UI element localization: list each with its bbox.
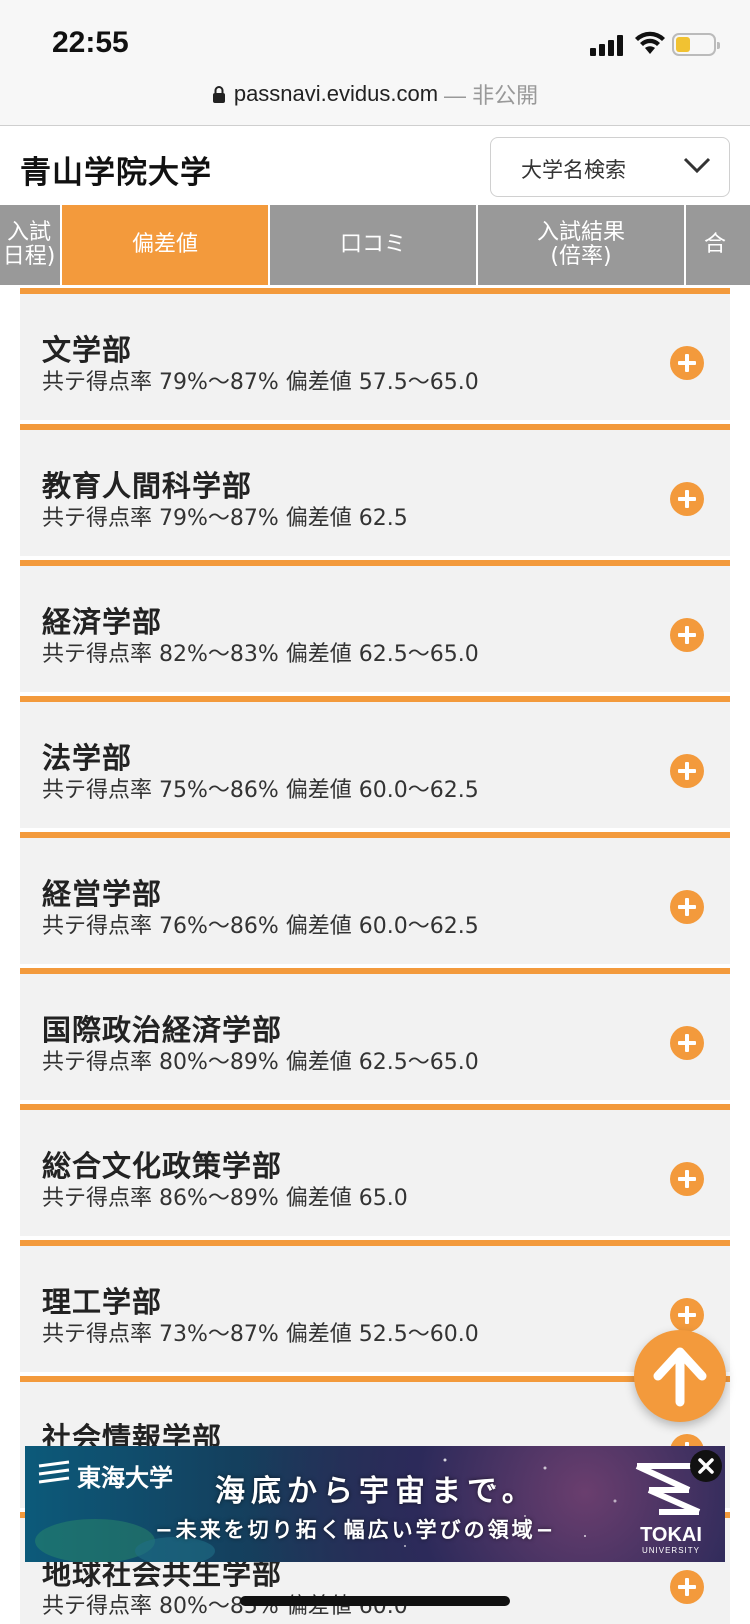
chevron-down-icon bbox=[683, 157, 711, 174]
faculty-name: 法学部 bbox=[42, 741, 133, 775]
battery-level bbox=[676, 37, 690, 52]
faculty-detail: 共テ得点率 75%〜86% 偏差値 60.0〜62.5 bbox=[42, 778, 479, 803]
ad-close-button[interactable] bbox=[690, 1450, 722, 1482]
expand-plus-icon[interactable] bbox=[670, 482, 704, 516]
tab-schedule[interactable]: 入試 日程) bbox=[0, 205, 62, 285]
page-header: 青山学院大学 大学名検索 bbox=[0, 127, 750, 205]
ad-subline: −未来を切り拓く幅広い学びの領域− bbox=[155, 1518, 557, 1542]
list-item[interactable]: 理工学部 共テ得点率 73%〜87% 偏差値 52.5〜60.0 bbox=[20, 1240, 730, 1372]
status-bar: 22:55 bbox=[0, 0, 750, 80]
arrow-up-icon bbox=[653, 1347, 707, 1407]
status-time: 22:55 bbox=[52, 26, 129, 59]
page: 22:55 passnavi.evidus.com — 非公開 青山学院大学 大… bbox=[0, 0, 750, 1624]
ad-brand-sub: UNIVERSITY bbox=[641, 1546, 700, 1555]
ad-logo-text: 東海大学 bbox=[77, 1464, 173, 1492]
ad-banner[interactable]: 東海大学 海底から宇宙まで。 −未来を切り拓く幅広い学びの領域− TOKAI U… bbox=[25, 1446, 725, 1562]
faculty-detail: 共テ得点率 73%〜87% 偏差値 52.5〜60.0 bbox=[42, 1322, 479, 1347]
close-icon bbox=[698, 1458, 714, 1474]
cellular-signal-icon bbox=[590, 34, 626, 56]
university-search-select[interactable]: 大学名検索 bbox=[490, 137, 730, 197]
lock-icon bbox=[212, 86, 225, 103]
expand-plus-icon[interactable] bbox=[670, 754, 704, 788]
tab-exam-results[interactable]: 入試結果 (倍率) bbox=[478, 205, 686, 285]
expand-plus-icon[interactable] bbox=[670, 1298, 704, 1332]
scroll-to-top-button[interactable] bbox=[634, 1330, 726, 1422]
list-item[interactable]: 法学部 共テ得点率 75%〜86% 偏差値 60.0〜62.5 bbox=[20, 696, 730, 828]
faculty-name: 文学部 bbox=[42, 333, 133, 367]
expand-plus-icon[interactable] bbox=[670, 1570, 704, 1604]
expand-plus-icon[interactable] bbox=[670, 890, 704, 924]
tab-next[interactable]: 合 bbox=[686, 205, 750, 285]
ad-headline: 海底から宇宙まで。 bbox=[215, 1474, 538, 1509]
faculty-detail: 共テ得点率 76%〜86% 偏差値 60.0〜62.5 bbox=[42, 914, 479, 939]
faculty-name: 理工学部 bbox=[42, 1285, 163, 1319]
expand-plus-icon[interactable] bbox=[670, 1162, 704, 1196]
tab-bar: 入試 日程) 偏差値 口コミ 入試結果 (倍率) 合 bbox=[0, 205, 750, 287]
list-item[interactable]: 教育人間科学部 共テ得点率 79%〜87% 偏差値 62.5 bbox=[20, 424, 730, 556]
list-item[interactable]: 総合文化政策学部 共テ得点率 86%〜89% 偏差値 65.0 bbox=[20, 1104, 730, 1236]
home-indicator[interactable] bbox=[240, 1596, 510, 1606]
faculty-name: 国際政治経済学部 bbox=[42, 1013, 283, 1047]
faculty-detail: 共テ得点率 86%〜89% 偏差値 65.0 bbox=[42, 1186, 408, 1211]
faculty-name: 総合文化政策学部 bbox=[42, 1149, 283, 1183]
url-bar[interactable]: passnavi.evidus.com — 非公開 bbox=[0, 72, 750, 126]
faculty-detail: 共テ得点率 79%〜87% 偏差値 62.5 bbox=[42, 506, 408, 531]
faculty-name: 経済学部 bbox=[42, 605, 163, 639]
faculty-name: 経営学部 bbox=[42, 877, 163, 911]
list-item[interactable]: 文学部 共テ得点率 79%〜87% 偏差値 57.5〜65.0 bbox=[20, 288, 730, 420]
url-visibility: — 非公開 bbox=[444, 83, 539, 108]
faculty-detail: 共テ得点率 80%〜89% 偏差値 62.5〜65.0 bbox=[42, 1050, 479, 1075]
expand-plus-icon[interactable] bbox=[670, 1026, 704, 1060]
list-item[interactable]: 国際政治経済学部 共テ得点率 80%〜89% 偏差値 62.5〜65.0 bbox=[20, 968, 730, 1100]
university-search-label: 大学名検索 bbox=[521, 158, 626, 182]
faculty-name: 教育人間科学部 bbox=[42, 469, 253, 503]
tokai-mark-icon bbox=[38, 1460, 70, 1484]
expand-plus-icon[interactable] bbox=[670, 618, 704, 652]
wifi-icon bbox=[635, 31, 665, 54]
tab-reviews[interactable]: 口コミ bbox=[270, 205, 478, 285]
tab-hensachi[interactable]: 偏差値 bbox=[62, 205, 270, 285]
expand-plus-icon[interactable] bbox=[670, 346, 704, 380]
list-item[interactable]: 経営学部 共テ得点率 76%〜86% 偏差値 60.0〜62.5 bbox=[20, 832, 730, 964]
page-title: 青山学院大学 bbox=[20, 155, 212, 191]
list-item[interactable]: 経済学部 共テ得点率 82%〜83% 偏差値 62.5〜65.0 bbox=[20, 560, 730, 692]
url-domain: passnavi.evidus.com bbox=[233, 81, 439, 106]
battery-icon bbox=[672, 33, 720, 56]
ad-brand: TOKAI bbox=[640, 1524, 702, 1546]
faculty-detail: 共テ得点率 82%〜83% 偏差値 62.5〜65.0 bbox=[42, 642, 479, 667]
faculty-detail: 共テ得点率 79%〜87% 偏差値 57.5〜65.0 bbox=[42, 370, 479, 395]
